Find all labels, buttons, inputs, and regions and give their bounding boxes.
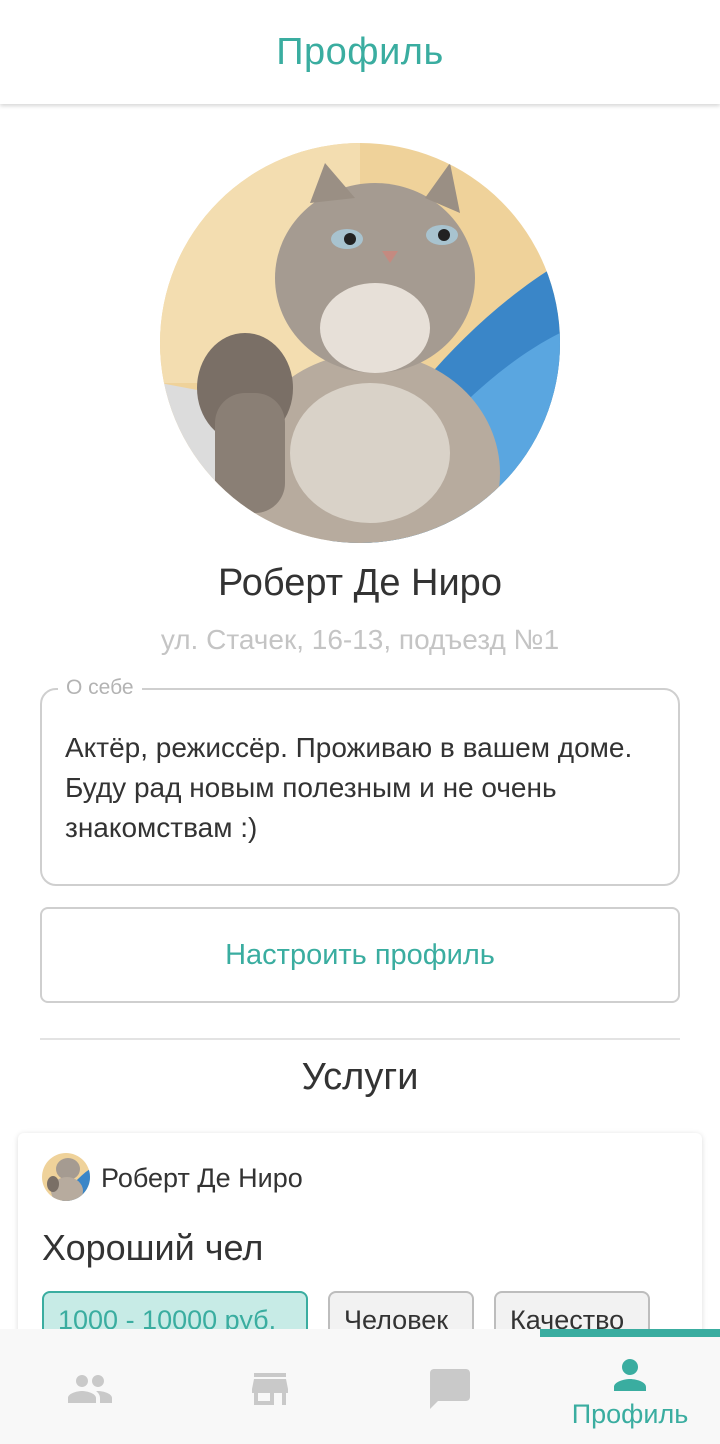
store-icon: [252, 1373, 288, 1405]
nav-item-store[interactable]: [180, 1329, 360, 1444]
nav-item-profile[interactable]: Профиль: [540, 1329, 720, 1444]
service-title: Хороший чел: [42, 1227, 264, 1268]
profile-address: ул. Стачек, 16-13, подъезд №1: [160, 624, 560, 655]
edit-profile-button[interactable]: Настроить профиль: [40, 907, 680, 1003]
profile-avatar[interactable]: [160, 143, 560, 543]
chat-icon: [430, 1369, 470, 1409]
about-label: О себе: [58, 676, 142, 700]
nav-item-chat[interactable]: [360, 1329, 540, 1444]
about-field: О себе Актёр, режиссёр. Проживаю в вашем…: [40, 676, 680, 886]
page-title: Профиль: [276, 30, 444, 73]
nav-label-profile: Профиль: [571, 1399, 689, 1429]
services-heading: Услуги: [301, 1056, 419, 1098]
profile-name: Роберт Де Ниро: [218, 562, 502, 604]
card-author-avatar: [42, 1153, 90, 1201]
profile-screen: Профиль Роберт Де Ниро ул. Стачек, 16-13…: [0, 0, 720, 1444]
section-divider: [40, 1038, 680, 1040]
card-author-name: Роберт Де Ниро: [101, 1163, 303, 1193]
person-icon: [614, 1359, 646, 1391]
people-icon: [68, 1375, 112, 1403]
about-text: Актёр, режиссёр. Проживаю в вашем доме. …: [65, 732, 633, 843]
bottom-navigation: Профиль: [0, 1329, 720, 1444]
top-app-bar: Профиль: [0, 0, 720, 104]
nav-item-people[interactable]: [0, 1329, 180, 1444]
